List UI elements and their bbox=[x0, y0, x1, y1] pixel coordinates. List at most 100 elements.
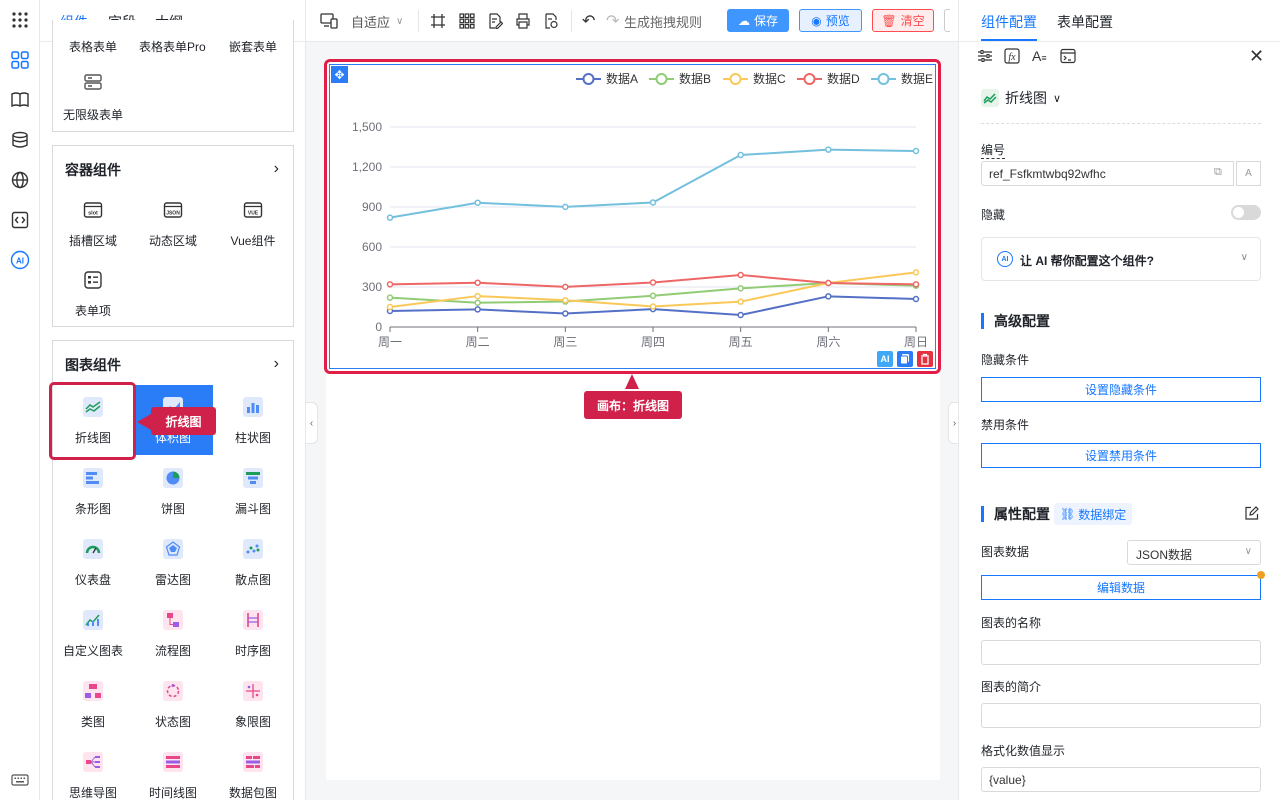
legend-label: 数据C bbox=[753, 71, 786, 86]
collapse-left-button[interactable]: ‹ bbox=[306, 402, 318, 444]
copy-id-icon[interactable]: ⧉ bbox=[1214, 166, 1222, 179]
property-config-title: 属性配置 bbox=[981, 506, 1050, 522]
more-button[interactable] bbox=[944, 9, 950, 32]
preview-code-icon[interactable] bbox=[543, 13, 559, 29]
preview-button[interactable]: ◉ 预览 bbox=[799, 9, 862, 32]
book-icon[interactable] bbox=[10, 90, 30, 110]
set-disable-condition-button[interactable]: 设置禁用条件 bbox=[981, 443, 1261, 468]
item-unlimited-form[interactable]: 无限级表单 bbox=[53, 62, 133, 132]
hidden-toggle[interactable] bbox=[1231, 205, 1261, 220]
function-icon[interactable]: fx bbox=[1004, 48, 1020, 67]
chart-item-radar-chart[interactable]: 雷达图 bbox=[133, 527, 213, 597]
adapt-select[interactable]: 自适应 ∨ bbox=[351, 13, 403, 30]
id-field[interactable]: ref_Fsfkmtwbq92wfhc bbox=[981, 161, 1234, 186]
tab-component-config[interactable]: 组件配置 bbox=[981, 12, 1037, 32]
database-icon[interactable] bbox=[10, 130, 30, 150]
chart-data-select[interactable]: JSON数据 ∨ bbox=[1127, 540, 1261, 565]
clear-button[interactable]: 🗑 清空 bbox=[872, 9, 934, 32]
move-handle-icon[interactable]: ✥ bbox=[331, 66, 348, 83]
chart-data-label: 图表数据 bbox=[981, 545, 1030, 559]
legend-marker bbox=[655, 73, 668, 85]
chart-name-input[interactable] bbox=[981, 640, 1261, 665]
chart-item-pie-chart[interactable]: 饼图 bbox=[133, 456, 213, 526]
chart-item-mindmap[interactable]: 思维导图 bbox=[53, 740, 133, 800]
chart-item-scatter-chart[interactable]: 散点图 bbox=[213, 527, 293, 597]
terminal-icon[interactable] bbox=[1060, 48, 1076, 67]
gauge-icon bbox=[83, 539, 103, 559]
globe-icon[interactable] bbox=[10, 170, 30, 190]
item-form-item[interactable]: 表单项 bbox=[53, 258, 133, 328]
grid-icon[interactable] bbox=[459, 13, 475, 29]
frame-icon[interactable] bbox=[430, 13, 446, 29]
chart-intro-input[interactable] bbox=[981, 703, 1261, 728]
chart-item-quadrant-chart[interactable]: 象限图 bbox=[213, 669, 293, 739]
edit-doc-icon[interactable] bbox=[487, 13, 503, 29]
tab-form-config[interactable]: 表单配置 bbox=[1057, 12, 1113, 32]
component-type-select[interactable]: 折线图 ∨ bbox=[981, 88, 1061, 108]
item-nested-form[interactable]: 嵌套表单 bbox=[229, 38, 277, 55]
delete-icon[interactable] bbox=[917, 351, 933, 367]
hbar-chart-icon bbox=[83, 468, 103, 488]
data-bind-tag[interactable]: ⛓ 数据绑定 bbox=[1054, 503, 1133, 525]
keyboard-icon[interactable] bbox=[10, 770, 30, 790]
data-point bbox=[737, 151, 744, 159]
line-chart-widget[interactable]: 0 300 600 900 1,200 1,500 周一 周二 周三 周四 周五 周六 周日 数据A 数据B… bbox=[329, 64, 936, 369]
ai-action-icon[interactable]: AI bbox=[877, 351, 893, 367]
slot-icon: slot bbox=[83, 202, 103, 218]
data-point bbox=[474, 292, 481, 300]
chart-item-class-chart[interactable]: 类图 bbox=[53, 669, 133, 739]
format-input[interactable]: {value} bbox=[981, 767, 1261, 792]
edit-icon[interactable] bbox=[1244, 506, 1259, 524]
chart-item-sequence-chart[interactable]: 时序图 bbox=[213, 598, 293, 668]
item-table-form[interactable]: 表格表单 bbox=[69, 38, 117, 55]
device-icon[interactable] bbox=[320, 13, 338, 29]
item-table-form-pro[interactable]: 表格表单Pro bbox=[139, 38, 206, 55]
chart-item-packet[interactable]: 数据包图 bbox=[213, 740, 293, 800]
edit-data-button[interactable]: 编辑数据 bbox=[981, 575, 1261, 600]
mindmap-icon bbox=[83, 752, 103, 772]
item-vue[interactable]: VUE Vue组件 bbox=[213, 188, 293, 258]
set-hide-condition-button[interactable]: 设置隐藏条件 bbox=[981, 377, 1261, 402]
ai-icon[interactable]: AI bbox=[10, 250, 30, 270]
text-style-icon[interactable]: A≡ bbox=[1032, 48, 1047, 64]
config-panel: 组件配置 表单配置 fx A≡ ✕ 折线图 ∨ 编号 ref_Fsfkmtwbq… bbox=[958, 0, 1280, 800]
rule-button[interactable]: 生成拖拽规则 bbox=[624, 13, 702, 30]
chevron-right-icon[interactable]: › bbox=[274, 160, 279, 178]
legend-marker bbox=[803, 73, 816, 85]
copy-icon[interactable] bbox=[897, 351, 913, 367]
data-point bbox=[386, 214, 394, 221]
legend-label: 数据B bbox=[679, 71, 711, 86]
chart-item-bar-chart[interactable]: 柱状图 bbox=[213, 385, 293, 455]
data-point bbox=[474, 279, 481, 286]
undo-icon[interactable]: ↶ bbox=[582, 13, 595, 30]
item-dynamic[interactable]: JSON 动态区域 bbox=[133, 188, 213, 258]
data-point bbox=[825, 279, 832, 287]
legend-marker bbox=[582, 73, 595, 85]
divider bbox=[981, 123, 1261, 124]
ai-assist-panel[interactable]: AI 让 AI 帮你配置这个组件? ∨ bbox=[981, 237, 1261, 281]
chart-item-hbar-chart[interactable]: 条形图 bbox=[53, 456, 133, 526]
sliders-icon[interactable] bbox=[977, 48, 993, 67]
print-icon[interactable] bbox=[515, 13, 531, 29]
text-icon[interactable]: A bbox=[1236, 161, 1261, 186]
timeline-icon bbox=[163, 752, 183, 772]
components-icon[interactable] bbox=[10, 50, 30, 70]
chevron-right-icon[interactable]: › bbox=[274, 355, 279, 373]
apps-grid-icon[interactable] bbox=[10, 10, 30, 30]
chevron-down-icon: ∨ bbox=[1053, 92, 1062, 105]
highlight-line-chart bbox=[49, 382, 136, 460]
chart-item-custom-chart[interactable]: 自定义图表 bbox=[53, 598, 133, 668]
item-slot[interactable]: slot 插槽区域 bbox=[53, 188, 133, 258]
ai-prompt-text: 让 AI 帮你配置这个组件? bbox=[1020, 254, 1154, 268]
chart-item-state-chart[interactable]: 状态图 bbox=[133, 669, 213, 739]
redo-icon[interactable]: ↷ bbox=[606, 13, 619, 30]
chart-item-flow-chart[interactable]: 流程图 bbox=[133, 598, 213, 668]
close-icon[interactable]: ✕ bbox=[1249, 46, 1264, 67]
legend-label: 数据D bbox=[827, 71, 860, 86]
chart-item-funnel-chart[interactable]: 漏斗图 bbox=[213, 456, 293, 526]
save-button[interactable]: ☁ 保存 bbox=[727, 9, 789, 32]
chart-item-timeline[interactable]: 时间线图 bbox=[133, 740, 213, 800]
code-icon[interactable] bbox=[10, 210, 30, 230]
legend-marker bbox=[729, 73, 742, 85]
chart-item-gauge[interactable]: 仪表盘 bbox=[53, 527, 133, 597]
